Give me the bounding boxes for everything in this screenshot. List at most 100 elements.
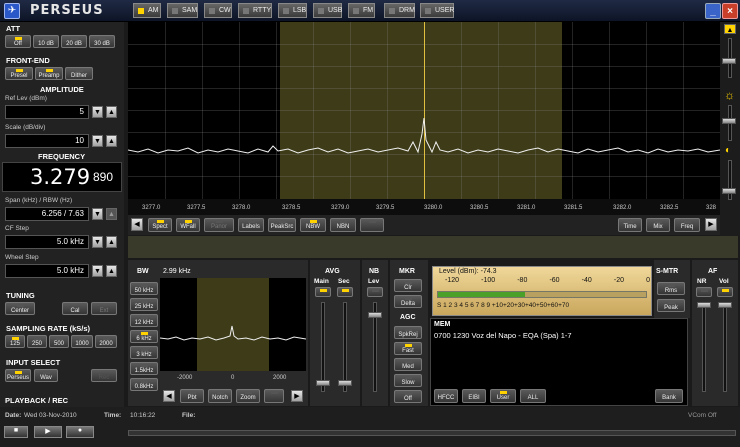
ref-level-down-arrow[interactable]: ▼ — [92, 106, 103, 118]
spectrum-right-arrow[interactable]: ▶ — [705, 218, 717, 231]
mode-rtty-button[interactable]: RTTY — [238, 3, 272, 18]
agc-spkrej-button[interactable]: SpkRej — [394, 326, 422, 339]
avg-main-knob[interactable] — [316, 380, 330, 386]
scale-up-arrow[interactable]: ▲ — [106, 135, 117, 147]
app-icon[interactable]: ✈ — [4, 3, 20, 19]
bw-0.8khz-button[interactable]: 0.8kHz — [130, 378, 158, 391]
mode-lsb-button[interactable]: LSB — [278, 3, 307, 18]
avg-main-toggle[interactable] — [315, 287, 331, 297]
freq-button[interactable]: Freq — [674, 218, 700, 232]
scale-field[interactable]: 10 — [5, 134, 89, 148]
agc-off-button[interactable]: Off — [394, 390, 422, 403]
mem-user-button[interactable]: User — [490, 389, 516, 403]
af-nr-toggle[interactable] — [696, 287, 712, 297]
wheel-step-field[interactable]: 5.0 kHz — [5, 264, 89, 278]
record-button[interactable]: ● — [66, 426, 94, 438]
nbn-button[interactable]: NBN — [330, 218, 356, 232]
nbw-button[interactable]: NBW — [300, 218, 326, 232]
bw-3khz-button[interactable]: 3 kHz — [130, 346, 158, 359]
input-perseus-button[interactable]: Perseus — [5, 369, 31, 382]
wfall-button[interactable]: WFall — [176, 218, 200, 232]
wheel-step-down-arrow[interactable]: ▼ — [92, 265, 103, 277]
bw-right-arrow[interactable]: ▶ — [291, 390, 303, 402]
labels-button[interactable]: Labels — [238, 218, 264, 232]
af-vol-toggle[interactable] — [717, 287, 733, 297]
mkr-clr-button[interactable]: Clr — [394, 279, 422, 292]
span-down-arrow[interactable]: ▼ — [92, 208, 103, 220]
scale-down-arrow[interactable]: ▼ — [92, 135, 103, 147]
spect-button[interactable]: Spect — [148, 218, 172, 232]
span-up-arrow[interactable]: ▲ — [106, 208, 117, 220]
att-10db-button[interactable]: 10 dB — [33, 35, 59, 48]
mem-all-button[interactable]: ALL — [520, 389, 546, 403]
af-vol-slider[interactable] — [723, 302, 727, 392]
mem-bank-button[interactable]: Bank — [655, 389, 683, 403]
spare-button[interactable] — [360, 218, 384, 232]
mem-eibi-button[interactable]: EIBI — [462, 389, 486, 403]
avg-sec-toggle[interactable] — [337, 287, 353, 297]
bw-spectrum[interactable] — [160, 278, 306, 371]
mode-sam-button[interactable]: SAM — [167, 3, 198, 18]
smtr-rms-button[interactable]: Rms — [657, 282, 685, 295]
stop-button[interactable]: ■ — [4, 426, 28, 438]
close-button[interactable]: × — [722, 3, 738, 19]
contrast-slider-knob[interactable] — [722, 188, 736, 194]
wheel-step-up-arrow[interactable]: ▲ — [106, 265, 117, 277]
span-field[interactable]: 6.256 / 7.63 — [5, 207, 89, 221]
sr-1000-button[interactable]: 1000 — [71, 335, 93, 348]
nb-level-knob[interactable] — [368, 312, 382, 318]
bw-6khz-button[interactable]: 6 kHz — [130, 330, 158, 343]
mode-usb-button[interactable]: USB — [313, 3, 342, 18]
att-20db-button[interactable]: 20 dB — [61, 35, 87, 48]
tuning-center-button[interactable]: Center — [5, 302, 35, 315]
tuning-cal-button[interactable]: Cal — [62, 302, 88, 315]
mode-fm-button[interactable]: FM — [348, 3, 375, 18]
contrast-slider[interactable] — [728, 160, 732, 200]
avg-main-slider[interactable] — [321, 302, 325, 392]
spectrum-display[interactable] — [128, 22, 720, 199]
agc-fast-button[interactable]: Fast — [394, 342, 422, 355]
sr-125-button[interactable]: 125 — [5, 335, 25, 348]
dither-button[interactable]: Dither — [65, 67, 93, 80]
bw-spare-button[interactable] — [264, 389, 284, 403]
sr-500-button[interactable]: 500 — [49, 335, 69, 348]
mode-drm-button[interactable]: DRM — [384, 3, 415, 18]
mem-hfcc-button[interactable]: HFCC — [434, 389, 458, 403]
playback-progress[interactable] — [128, 430, 736, 436]
brightness-slider-knob[interactable] — [722, 118, 736, 124]
peaksrc-button[interactable]: PeakSrc — [268, 218, 296, 232]
mkr-delta-button[interactable]: Delta — [394, 295, 422, 308]
presel-button[interactable]: Presel — [5, 67, 33, 80]
agc-med-button[interactable]: Med — [394, 358, 422, 371]
tuning-ext-button[interactable]: Ext — [91, 302, 117, 315]
af-vol-knob[interactable] — [718, 302, 732, 308]
bw-25khz-button[interactable]: 25 kHz — [130, 298, 158, 311]
mem-entry[interactable]: 0700 1230 Voz del Napo - EQA (Spa) 1-7 — [434, 331, 572, 340]
range-up-arrow[interactable]: ▲ — [724, 24, 736, 34]
af-nr-knob[interactable] — [697, 302, 711, 308]
mode-user-button[interactable]: USER — [420, 3, 454, 18]
avg-sec-knob[interactable] — [338, 380, 352, 386]
att-30db-button[interactable]: 30 dB — [89, 35, 115, 48]
notch-button[interactable]: Notch — [208, 389, 232, 403]
ref-level-field[interactable]: 5 — [5, 105, 89, 119]
cf-step-down-arrow[interactable]: ▼ — [92, 236, 103, 248]
avg-sec-slider[interactable] — [343, 302, 347, 392]
nb-toggle[interactable] — [367, 287, 383, 297]
cf-step-up-arrow[interactable]: ▲ — [106, 236, 117, 248]
mode-am-button[interactable]: AM — [133, 3, 161, 18]
smtr-peak-button[interactable]: Peak — [657, 299, 685, 312]
pbt-button[interactable]: Pbt — [180, 389, 204, 403]
bw-left-arrow[interactable]: ◀ — [163, 390, 175, 402]
input-rec-button[interactable]: Rec — [91, 369, 117, 382]
zoom-button[interactable]: Zoom — [236, 389, 260, 403]
range-slider-knob[interactable] — [722, 58, 736, 64]
spectrum-left-arrow[interactable]: ◀ — [131, 218, 143, 231]
mix-button[interactable]: Mix — [646, 218, 670, 232]
sr-250-button[interactable]: 250 — [27, 335, 47, 348]
bw-50khz-button[interactable]: 50 kHz — [130, 282, 158, 295]
sr-2000-button[interactable]: 2000 — [95, 335, 117, 348]
cf-step-field[interactable]: 5.0 kHz — [5, 235, 89, 249]
panor-button[interactable]: Panor — [204, 218, 234, 232]
bw-12khz-button[interactable]: 12 kHz — [130, 314, 158, 327]
